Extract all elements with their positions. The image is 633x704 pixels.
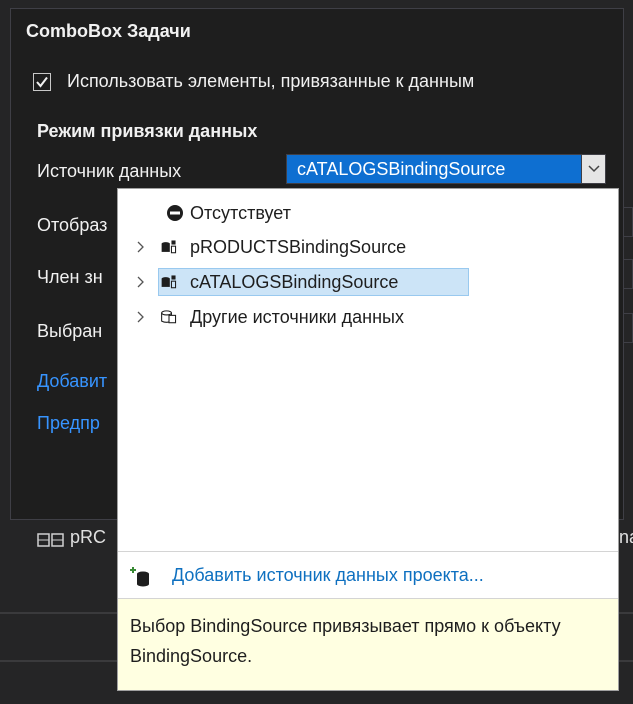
- chevron-right-icon[interactable]: [134, 303, 148, 331]
- databound-checkbox[interactable]: [33, 73, 51, 91]
- help-panel: Выбор BindingSource привязывает прямо к …: [118, 598, 618, 690]
- help-text: Выбор BindingSource привязывает прямо к …: [130, 616, 561, 666]
- display-member-label: Отобраз: [37, 215, 108, 235]
- tree-item-products[interactable]: pRODUCTSBindingSource: [134, 233, 534, 261]
- preview-data-link[interactable]: Предпр: [37, 413, 100, 434]
- combo-dropdown-button[interactable]: [581, 155, 605, 183]
- tree-item-none[interactable]: Отсутствует: [134, 199, 434, 227]
- add-data-source-icon: [130, 567, 149, 587]
- divider: [118, 551, 618, 552]
- checkmark-icon: [36, 76, 48, 88]
- tree-item-label: pRODUCTSBindingSource: [190, 237, 407, 257]
- databound-checkbox-label[interactable]: Использовать элементы, привязанные к дан…: [67, 71, 474, 92]
- add-project-data-source-link[interactable]: Добавить источник данных проекта...: [172, 565, 484, 586]
- tree-item-label: Другие источники данных: [190, 307, 404, 327]
- value-member-label: Член зн: [37, 267, 103, 287]
- data-source-dropdown: Отсутствует pRODUCTSBindingSource cATALO…: [117, 188, 619, 691]
- display-member-combo[interactable]: [623, 207, 633, 237]
- section-title: Режим привязки данных: [37, 121, 258, 141]
- tree-item-label: Отсутствует: [190, 203, 291, 223]
- selected-value-combo[interactable]: [623, 313, 633, 343]
- data-source-combo-value[interactable]: cATALOGSBindingSource: [287, 155, 581, 183]
- add-query-link[interactable]: Добавит: [37, 371, 107, 392]
- tree-item-catalogs[interactable]: cATALOGSBindingSource: [134, 268, 534, 296]
- none-icon: [167, 205, 183, 221]
- tree-item-other-sources[interactable]: Другие источники данных: [134, 303, 534, 331]
- tree-item-label: cATALOGSBindingSource: [190, 272, 399, 292]
- chevron-right-icon[interactable]: [134, 233, 148, 261]
- panel-title: ComboBox Задачи: [26, 21, 191, 41]
- selected-value-label: Выбран: [37, 321, 103, 341]
- chevron-down-icon: [588, 165, 600, 173]
- binding-source-icon: [161, 240, 177, 254]
- value-member-combo[interactable]: [623, 259, 633, 289]
- database-icon: [161, 310, 177, 324]
- binding-source-icon: [37, 531, 67, 549]
- data-source-combo[interactable]: cATALOGSBindingSource: [286, 154, 606, 184]
- tray-item-label[interactable]: pRC: [70, 527, 106, 548]
- tray-item-label-right: na: [619, 527, 633, 547]
- data-source-label: Источник данных: [37, 161, 182, 181]
- chevron-right-icon[interactable]: [134, 268, 148, 296]
- binding-source-icon: [161, 275, 177, 289]
